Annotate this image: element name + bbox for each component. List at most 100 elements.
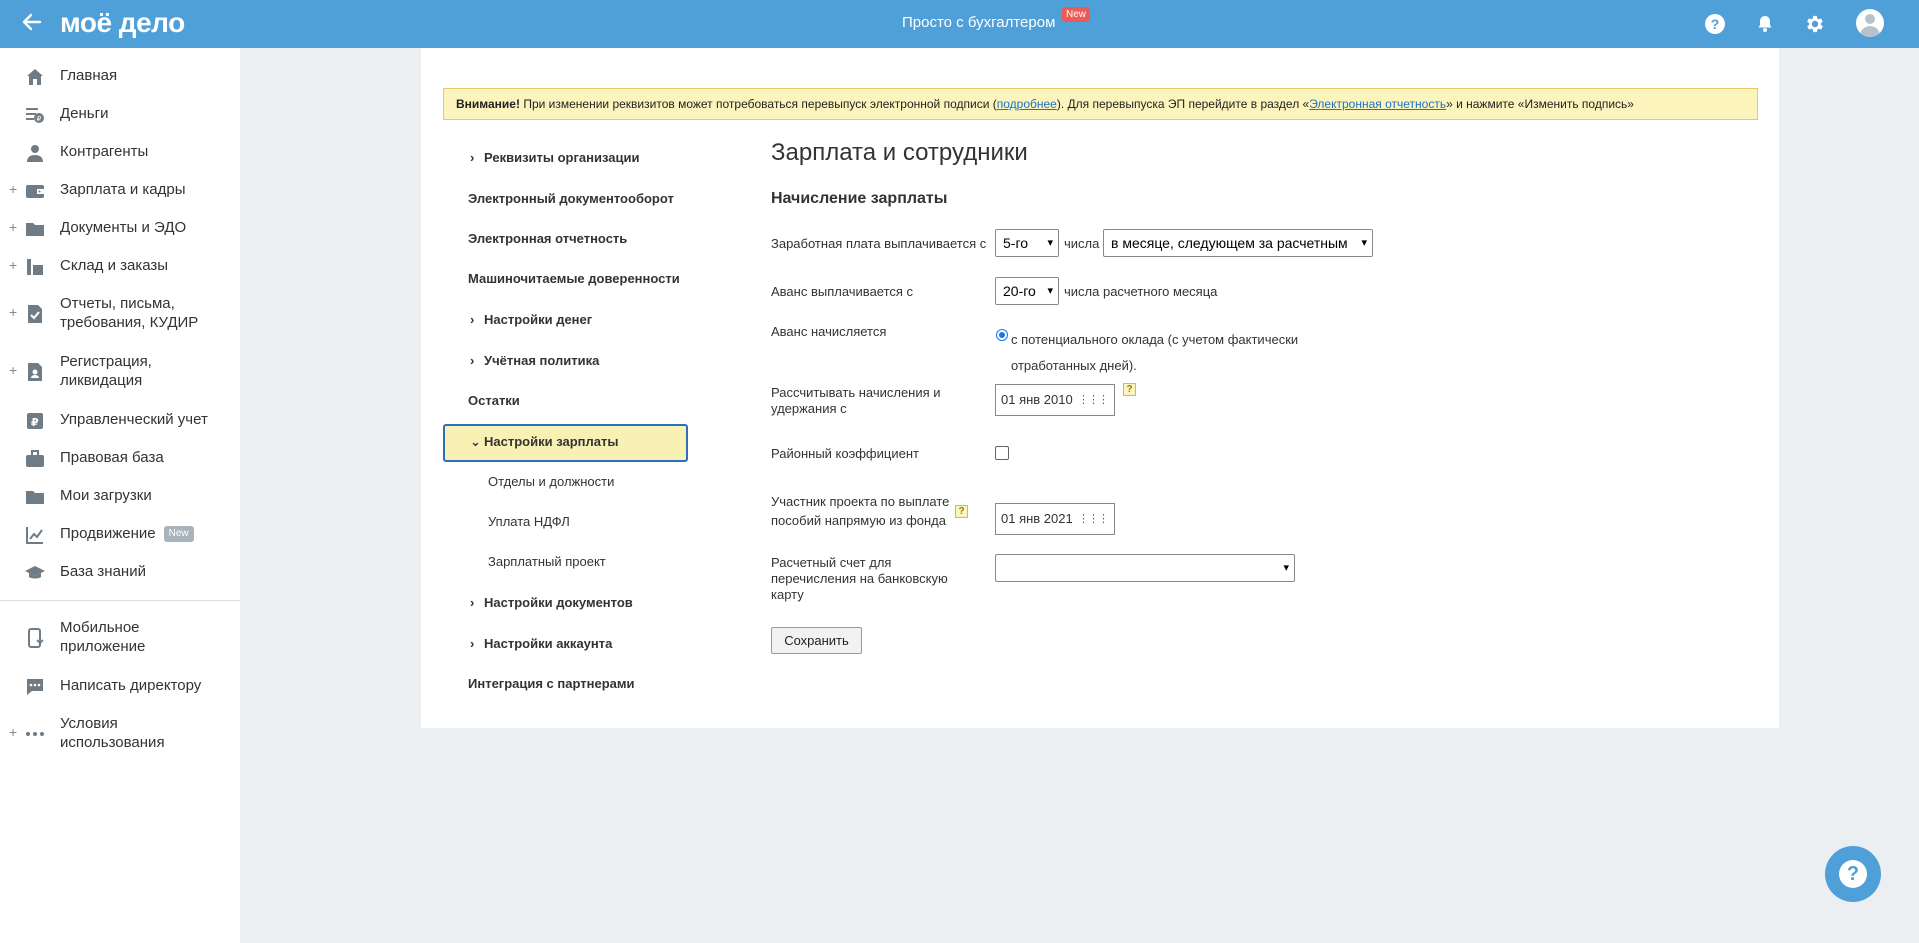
page-title: Зарплата и сотрудники [771, 139, 1028, 166]
registration-icon [25, 362, 45, 382]
sidebar-item-label: Управленческий учет [60, 411, 208, 428]
folder-icon [25, 487, 45, 507]
regional-coefficient-label: Районный коэффициент [771, 446, 919, 461]
briefcase-icon [25, 449, 45, 469]
sidebar-divider [0, 600, 240, 601]
warning-title: Внимание! [456, 97, 520, 111]
settings-nav-balances[interactable]: Остатки [468, 393, 520, 408]
svg-text:₽: ₽ [37, 115, 42, 123]
phone-icon [25, 628, 45, 648]
promo-link[interactable]: Просто с бухгалтером [902, 14, 1055, 31]
advance-day-label: Аванс выплачивается с [771, 284, 914, 299]
chevron-right-icon: › [470, 353, 475, 368]
sidebar-item-label: База знаний [60, 563, 146, 580]
section-title: Начисление зарплаты [771, 190, 948, 207]
settings-nav-edo[interactable]: Электронный документооборот [468, 191, 674, 206]
calc-from-date-input[interactable]: 01 янв 2010 ⋮⋮⋮ [995, 384, 1115, 416]
advance-calc-label: Аванс начисляется [771, 324, 887, 339]
expand-plus-icon[interactable]: + [9, 257, 17, 273]
sidebar-item-label: Главная [60, 67, 118, 84]
sidebar-item-label: Условия использования [60, 715, 165, 751]
salary-day-label: Заработная плата выплачивается с [771, 236, 987, 251]
expand-plus-icon[interactable]: + [9, 181, 17, 197]
sidebar-item-label: Зарплата и кадры [60, 181, 186, 198]
settings-nav-partners[interactable]: Интеграция с партнерами [468, 676, 634, 691]
advance-day-select[interactable]: 20-го ▾ [995, 277, 1059, 305]
chevron-down-icon: ▾ [1361, 237, 1367, 249]
help-icon[interactable]: ? [1702, 11, 1728, 37]
fund-project-label: Участник проекта по выплате пособий напр… [771, 494, 950, 528]
salary-month-select[interactable]: в месяце, следующем за расчетным ▾ [1103, 229, 1373, 257]
report-icon [25, 304, 45, 324]
regional-coefficient-checkbox[interactable] [995, 446, 1009, 460]
graduation-cap-icon [25, 563, 45, 583]
user-avatar[interactable] [1856, 9, 1884, 37]
expand-plus-icon[interactable]: + [9, 219, 17, 235]
settings-nav-salary-settings[interactable]: ⌄ Настройки зарплаты [470, 434, 618, 450]
settings-nav-account[interactable]: › Настройки аккаунта [470, 636, 612, 651]
warning-text: ). Для перевыпуска ЭП перейдите в раздел… [1056, 97, 1310, 111]
expand-plus-icon[interactable]: + [9, 304, 17, 320]
gear-icon[interactable] [1802, 11, 1828, 37]
wallet-icon [25, 181, 45, 201]
advance-calc-radio[interactable] [996, 329, 1008, 341]
chevron-right-icon: › [470, 595, 475, 610]
calendar-icon[interactable]: ⋮⋮⋮ [1078, 504, 1109, 534]
electronic-reporting-link[interactable]: Электронная отчетность [1309, 97, 1446, 111]
salary-mid-label: числа [1064, 236, 1100, 251]
sidebar-item-label: Контрагенты [60, 143, 149, 160]
settings-nav-ndfl[interactable]: Уплата НДФЛ [488, 514, 570, 529]
expand-plus-icon[interactable]: + [9, 362, 17, 378]
home-icon [25, 67, 45, 87]
more-dots-icon [25, 724, 45, 744]
salary-day-select[interactable]: 5-го ▾ [995, 229, 1059, 257]
question-icon: ? [1839, 860, 1867, 888]
expand-plus-icon[interactable]: + [9, 724, 17, 740]
settings-nav-documents[interactable]: › Настройки документов [470, 595, 633, 610]
settings-nav-money[interactable]: › Настройки денег [470, 312, 592, 327]
sidebar-item-label: Мобильное приложение [60, 619, 146, 655]
fund-project-date-input[interactable]: 01 янв 2021 ⋮⋮⋮ [995, 503, 1115, 535]
sidebar-item-label: Деньги [60, 105, 109, 122]
chart-icon [25, 525, 45, 545]
help-fab[interactable]: ? [1825, 846, 1881, 902]
sidebar: Главная ₽ Деньги Контрагенты + Зарплата … [0, 48, 240, 943]
folder-icon [25, 219, 45, 239]
top-bar: моё дело Просто с бухгалтером New ? [0, 0, 1919, 48]
settings-nav-requisites[interactable]: › Реквизиты организации [470, 150, 639, 165]
details-link[interactable]: подробнее [997, 97, 1057, 111]
warning-banner: Внимание! При изменении реквизитов может… [443, 88, 1758, 120]
chevron-right-icon: › [470, 150, 475, 165]
back-arrow-icon[interactable] [20, 10, 48, 38]
help-hint-icon[interactable]: ? [955, 505, 968, 518]
bell-icon[interactable] [1752, 11, 1778, 37]
sidebar-item-label: Отчеты, письма, требования, КУДИР [60, 295, 199, 331]
chevron-down-icon: ▾ [1283, 562, 1289, 574]
bank-account-select[interactable]: ▾ [995, 554, 1295, 582]
new-badge: New [1062, 7, 1091, 22]
logo[interactable]: моё дело [60, 6, 185, 40]
user-icon [25, 143, 45, 163]
calendar-icon[interactable]: ⋮⋮⋮ [1078, 385, 1109, 415]
settings-nav-salary-project[interactable]: Зарплатный проект [488, 554, 606, 569]
advance-calc-option-label: с потенциального оклада (с учетом фактич… [1011, 332, 1299, 373]
help-hint-icon[interactable]: ? [1123, 383, 1136, 396]
bank-account-label: Расчетный счет для перечисления на банко… [771, 555, 948, 602]
settings-nav-departments[interactable]: Отделы и должности [488, 474, 614, 489]
chevron-right-icon: › [470, 636, 475, 651]
sidebar-item-label: Правовая база [60, 449, 164, 466]
chevron-right-icon: › [470, 312, 475, 327]
settings-nav-accounting-policy[interactable]: › Учётная политика [470, 353, 599, 368]
sidebar-item-label: Документы и ЭДО [60, 219, 187, 236]
sidebar-item-label: Мои загрузки [60, 487, 152, 504]
sidebar-item-label: Склад и заказы [60, 257, 169, 274]
svg-text:₽: ₽ [31, 416, 39, 429]
save-button[interactable]: Сохранить [771, 627, 862, 654]
settings-nav-proxies[interactable]: Машиночитаемые доверенности [468, 271, 680, 286]
calc-from-label: Рассчитывать начисления и удержания с [771, 385, 941, 416]
chevron-down-icon: ▾ [1047, 285, 1053, 297]
chevron-down-icon: ▾ [1047, 237, 1053, 249]
settings-nav-e-reporting[interactable]: Электронная отчетность [468, 231, 627, 246]
sidebar-item-label: Регистрация, ликвидация [60, 353, 152, 389]
sidebar-item-label: Написать директору [60, 677, 202, 694]
